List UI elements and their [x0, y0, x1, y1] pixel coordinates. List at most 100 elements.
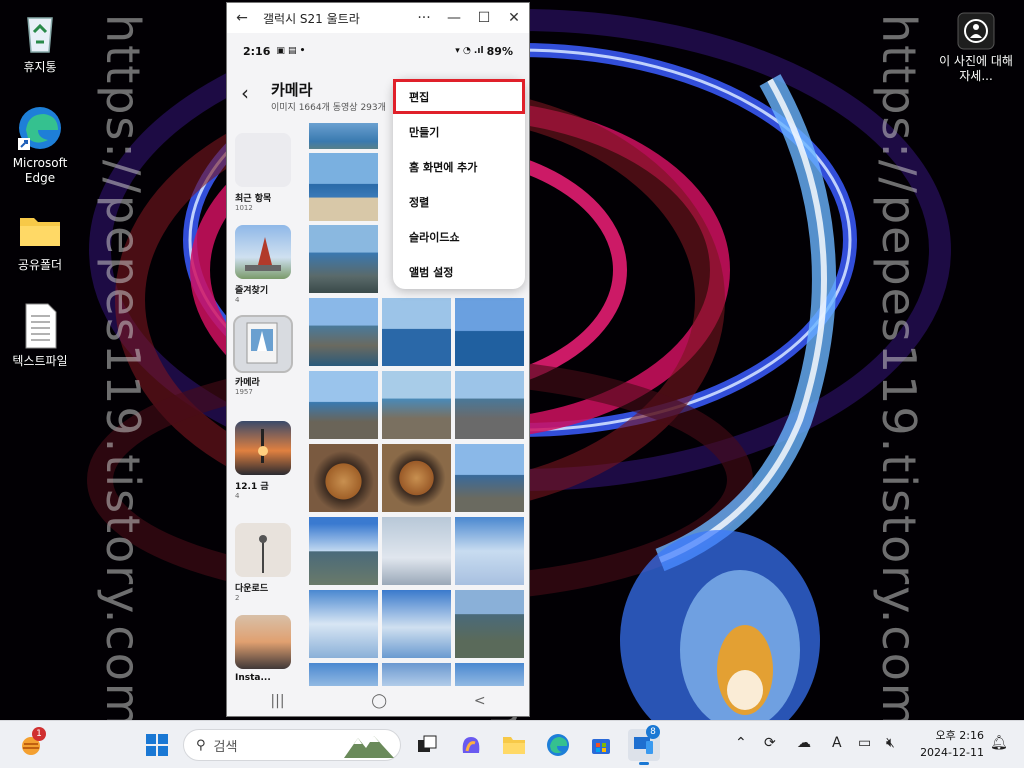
album-title: 카메라 [271, 81, 313, 99]
show-hidden-icons-chevron-icon[interactable]: ⌃ [735, 735, 747, 751]
taskbar-search-box[interactable]: ⚲ 검색 [183, 729, 401, 761]
windows-start-icon [146, 734, 168, 756]
battery-level: 89% [486, 44, 513, 58]
volume-muted-icon[interactable]: 🔇︎ [886, 735, 895, 751]
store-button[interactable] [585, 729, 617, 761]
album-tile[interactable]: 카메라 1957 [233, 315, 293, 396]
taskbar: 1 ⚲ 검색 8 ⌃ ⟳ ☁ A ▭ 🔇︎ 오후 2:16 2024-12-11… [0, 720, 1024, 768]
back-button[interactable]: < [474, 693, 486, 709]
menu-item-album-settings[interactable]: 앨범 설정 [393, 254, 525, 289]
text-file-icon [16, 302, 64, 350]
photo-thumbnail[interactable] [382, 590, 451, 658]
album-options-menu: 편집 만들기 홈 화면에 추가 정렬 슬라이드쇼 앨범 설정 [393, 79, 525, 289]
menu-item-sort[interactable]: 정렬 [393, 184, 525, 219]
photo-thumbnail[interactable] [382, 298, 451, 366]
learn-about-picture-icon [957, 12, 995, 50]
minimize-button[interactable]: — [439, 3, 469, 33]
phone-link-button[interactable]: 8 [628, 725, 660, 765]
weather-badge: 1 [32, 727, 46, 741]
home-button[interactable]: ◯ [371, 693, 387, 709]
album-name: 다운로드 [235, 584, 269, 594]
photo-thumbnail[interactable] [309, 517, 378, 585]
onedrive-offline-icon[interactable]: ☁ [797, 735, 811, 751]
menu-item-create[interactable]: 만들기 [393, 114, 525, 149]
album-tile[interactable]: Insta... [235, 615, 291, 683]
watermark-right: https://pepes119.tistory.com/ [872, 14, 926, 720]
status-time: 2:16 [243, 44, 271, 58]
photo-thumbnail[interactable] [309, 153, 378, 221]
album-name: 카메라 [235, 378, 260, 388]
desktop-icon-learn-about-picture[interactable]: 이 사진에 대해 자세... [936, 12, 1016, 84]
photo-thumbnail[interactable] [309, 225, 378, 293]
album-count: 1012 [235, 204, 253, 212]
album-back-icon[interactable]: ‹ [241, 81, 271, 105]
search-placeholder: 검색 [213, 739, 238, 755]
photo-thumbnail[interactable] [309, 371, 378, 439]
task-view-icon [418, 735, 437, 752]
album-subtitle: 이미지 1664개 동영상 293개 [271, 103, 386, 113]
photo-thumbnail[interactable] [382, 517, 451, 585]
desktop-icon-recycle-bin[interactable]: 휴지통 [2, 8, 78, 75]
menu-item-slideshow[interactable]: 슬라이드쇼 [393, 219, 525, 254]
taskbar-clock[interactable]: 오후 2:16 2024-12-11 [918, 727, 984, 761]
store-icon [592, 739, 610, 754]
desktop-icon-label: 공유폴더 [17, 258, 63, 272]
search-icon: ⚲ [196, 737, 206, 753]
menu-item-add-to-home[interactable]: 홈 화면에 추가 [393, 149, 525, 184]
album-name: Insta... [235, 673, 271, 683]
album-name: 최근 항목 [235, 194, 272, 204]
album-thumbnail [235, 523, 291, 577]
album-tile[interactable]: 즐겨찾기 4 [235, 225, 291, 304]
photo-thumbnail[interactable] [382, 371, 451, 439]
photo-thumbnail[interactable] [309, 590, 378, 658]
notification-icons: ▣ ▤ • [276, 46, 306, 56]
maximize-button[interactable]: ☐ [469, 3, 499, 33]
clock-time: 오후 2:16 [935, 729, 984, 742]
desktop-icon-label: 텍스트파일 [12, 354, 68, 368]
desktop-icon-text-file[interactable]: 텍스트파일 [2, 302, 78, 369]
photo-thumbnail[interactable] [455, 371, 524, 439]
album-tile[interactable]: 다운로드 2 [235, 523, 291, 602]
album-tile[interactable]: 12.1 금 4 [235, 421, 291, 500]
album-name: 즐겨찾기 [235, 286, 269, 296]
photo-thumbnail[interactable] [455, 590, 524, 658]
desktop-icon-edge[interactable]: Microsoft Edge [2, 104, 78, 186]
file-explorer-button[interactable] [498, 729, 530, 761]
edge-icon [547, 734, 569, 756]
desktop-icon-shared-folder[interactable]: 공유폴더 [2, 206, 78, 273]
more-options-icon[interactable]: ··· [409, 3, 439, 33]
phone-screen: 2:16 ▣ ▤ • ▾ ◔ .ıl 89% ‹ 카메라 이미지 1664개 동… [227, 33, 529, 716]
start-button[interactable] [141, 729, 173, 761]
album-count: 4 [235, 492, 240, 500]
task-view-button[interactable] [411, 729, 443, 761]
photo-thumbnail[interactable] [309, 298, 378, 366]
album-name: 12.1 금 [235, 482, 269, 492]
back-arrow-icon[interactable]: ← [227, 3, 257, 33]
recents-button[interactable]: ||| [270, 693, 284, 709]
photo-thumbnail[interactable] [455, 517, 524, 585]
photo-thumbnail[interactable] [309, 123, 378, 149]
notification-bell-icon[interactable]: 🔔︎ [990, 735, 1008, 751]
copilot-icon [462, 737, 480, 753]
menu-item-edit[interactable]: 편집 [393, 79, 525, 114]
copilot-button[interactable] [455, 729, 487, 761]
photo-thumbnail[interactable] [382, 444, 451, 512]
photo-thumbnail[interactable] [455, 298, 524, 366]
album-thumbnail [235, 615, 291, 669]
weather-widget[interactable]: 1 [16, 727, 48, 761]
album-count: 4 [235, 296, 240, 304]
album-tile[interactable]: 최근 항목 1012 [235, 133, 291, 212]
desktop-icon-label: 휴지통 [23, 60, 57, 74]
recycle-bin-icon [16, 8, 64, 56]
ime-indicator[interactable]: A [832, 735, 842, 751]
album-count: 2 [235, 594, 240, 602]
photo-thumbnail[interactable] [455, 444, 524, 512]
window-title: 갤럭시 S21 울트라 [263, 11, 360, 26]
edge-taskbar-button[interactable] [542, 729, 574, 761]
phone-link-badge: 8 [646, 725, 660, 739]
close-button[interactable]: ✕ [499, 3, 529, 33]
photo-thumbnail[interactable] [309, 444, 378, 512]
sync-icon[interactable]: ⟳ [764, 735, 776, 751]
active-indicator [639, 762, 649, 765]
network-icon[interactable]: ▭ [858, 735, 871, 751]
